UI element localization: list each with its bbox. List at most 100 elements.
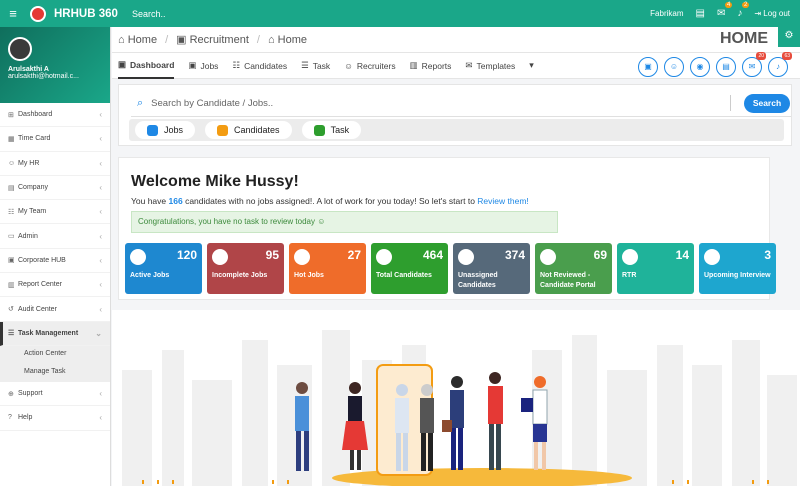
sidebar-item-report-center[interactable]: ▥ Report Center ‹ [0, 273, 110, 298]
briefcase-icon [212, 249, 228, 265]
stat-card-hot-jobs[interactable]: 27 Hot Jobs [289, 243, 366, 294]
tab-task[interactable]: ☰ Task [301, 53, 330, 79]
bell-icon[interactable]: ♪ 63 [768, 52, 792, 77]
briefcase-icon [147, 124, 158, 136]
sidebar-item-label: Action Center [24, 350, 67, 358]
tab-label: Dashboard [130, 59, 175, 70]
stat-card-active-jobs[interactable]: 120 Active Jobs [125, 243, 202, 294]
chevron-down-icon[interactable]: ▾ [529, 60, 534, 71]
stat-card-incomplete-jobs[interactable]: 95 Incomplete Jobs [207, 243, 284, 294]
sidebar-item-label: Time Card [18, 135, 51, 143]
sidebar-subitem-manage-task[interactable]: Manage Task [0, 361, 110, 382]
home-icon: ⌂ [118, 33, 125, 46]
filter-jobs-button[interactable]: Jobs [135, 121, 196, 139]
review-link[interactable]: Review them! [477, 196, 529, 206]
tab-jobs[interactable]: ▣ Jobs [188, 53, 218, 79]
task-icon [313, 124, 325, 136]
email-icon[interactable]: ✉ 20 [742, 52, 766, 77]
filter-label: Candidates [234, 125, 280, 135]
sidebar-item-audit-center[interactable]: ↺ Audit Center ‹ [0, 297, 110, 322]
stat-label: Not Reviewed - Candidate Portal [540, 272, 596, 289]
logout-button[interactable]: ⇥ Log out [754, 9, 790, 18]
users-icon [376, 249, 392, 265]
chevron-left-icon: ‹ [99, 158, 102, 168]
stat-label: RTR [622, 272, 637, 279]
list-icon[interactable]: ▤ [716, 57, 736, 77]
sidebar-item-label: Audit Center [18, 305, 57, 313]
tab-candidates[interactable]: ☷ Candidates [232, 53, 287, 79]
briefcase-icon[interactable]: ▣ [638, 57, 658, 77]
sidebar-item-label: Dashboard [18, 111, 53, 119]
breadcrumb-home[interactable]: Home [128, 34, 157, 46]
audit-icon: ↺ [8, 306, 14, 314]
chevron-left-icon: ‹ [99, 280, 102, 290]
sidebar-item-company[interactable]: ▤ Company ‹ [0, 176, 110, 201]
bell-icon[interactable]: ♪ 2 [737, 2, 750, 19]
stat-value: 95 [265, 248, 279, 262]
sidebar: Arulsakthi A arulsakthi@hotmail.c... ⊞ Da… [0, 27, 111, 486]
briefcase-icon: ▣ [188, 60, 197, 70]
document-icon [622, 249, 638, 265]
sidebar-item-label: Support [18, 390, 43, 398]
stat-card-rtr[interactable]: 14 RTR [617, 243, 694, 294]
tab-templates[interactable]: ✉ Templates [465, 53, 515, 79]
stat-card-total-candidates[interactable]: 464 Total Candidates [371, 243, 448, 294]
tab-bar: ▣ Dashboard ▣ Jobs ☷ Candidates ☰ Task ☺ Recr… [112, 52, 800, 79]
sidebar-item-support[interactable]: ⊕ Support ‹ [0, 382, 110, 407]
chevron-left-icon: ‹ [99, 304, 102, 314]
tab-recruiters[interactable]: ☺ Recruiters [344, 53, 395, 79]
sidebar-item-label: Admin [18, 232, 38, 240]
tab-label: Templates [476, 60, 516, 71]
search-button[interactable]: Search [744, 94, 790, 113]
list-icon[interactable]: ▤ [696, 8, 705, 19]
sidebar-item-admin[interactable]: ▭ Admin ‹ [0, 224, 110, 249]
calendar-icon: ▦ [8, 135, 15, 143]
sidebar-subitem-action-center[interactable]: Action Center [0, 345, 110, 362]
sidebar-item-label: Manage Task [24, 368, 66, 376]
add-user-icon[interactable]: ☺ [664, 57, 684, 77]
filter-task-button[interactable]: Task [301, 121, 362, 139]
sidebar-item-dashboard[interactable]: ⊞ Dashboard ‹ [0, 103, 110, 128]
mail-icon[interactable]: ✉ 4 [717, 2, 733, 19]
profile-name: Arulsakthi A [8, 66, 49, 73]
home-icon: ⌂ [267, 33, 275, 46]
sidebar-item-task-management[interactable]: ☰ Task Management ⌄ [0, 321, 110, 346]
user-circle-icon[interactable]: ◉ [690, 57, 710, 77]
breadcrumb-separator: / [256, 33, 260, 46]
top-search-input[interactable]: Search.. [132, 9, 166, 19]
tab-dashboard[interactable]: ▣ Dashboard [118, 53, 175, 79]
hamburger-menu-icon[interactable]: ≡ [0, 6, 26, 21]
tab-label: Jobs [200, 60, 219, 71]
avatar[interactable] [8, 37, 32, 61]
sidebar-item-corporate-hub[interactable]: ▣ Corporate HUB ‹ [0, 249, 110, 274]
settings-gear-icon[interactable]: ⚙ [778, 25, 800, 47]
stat-card-upcoming-interview[interactable]: 3 Upcoming Interview [699, 243, 776, 294]
welcome-title: Welcome Mike Hussy! [131, 173, 299, 190]
sidebar-item-my-hr[interactable]: ☺ My HR ‹ [0, 152, 110, 176]
user-icon [540, 249, 556, 265]
users-icon [458, 249, 474, 265]
stat-card-unassigned-candidates[interactable]: 374 Unassigned Candidates [453, 243, 530, 294]
congrats-alert: Congratulations, you have no task to rev… [131, 211, 558, 233]
stat-card-not-reviewed[interactable]: 69 Not Reviewed - Candidate Portal [535, 243, 612, 294]
stat-value: 69 [593, 248, 607, 262]
sidebar-item-time-card[interactable]: ▦ Time Card ‹ [0, 127, 110, 152]
filter-label: Jobs [164, 125, 184, 135]
bell-badge: 63 [782, 52, 792, 60]
welcome-message: You have 166 candidates with no jobs ass… [131, 196, 529, 206]
tab-reports[interactable]: ▥ Reports [410, 53, 452, 79]
filter-label: Task [330, 125, 350, 135]
briefcase-icon [130, 249, 146, 265]
search-input[interactable]: Search by Candidate / Jobs.. [151, 98, 273, 109]
task-icon: ☰ [301, 60, 309, 70]
breadcrumb-recruitment[interactable]: Recruitment [190, 34, 249, 46]
stat-cards: 120 Active Jobs 95 Incomplete Jobs 27 Hot J… [125, 243, 776, 294]
page-title: HOME [720, 30, 768, 47]
sidebar-item-help[interactable]: ? Help ‹ [0, 406, 110, 431]
dashboard-icon: ⊞ [8, 111, 14, 119]
filter-candidates-button[interactable]: Candidates [205, 121, 292, 139]
profile-email[interactable]: arulsakthi@hotmail.c... [8, 73, 110, 80]
stat-label: Active Jobs [130, 272, 170, 279]
sidebar-item-my-team[interactable]: ☷ My Team ‹ [0, 200, 110, 225]
breadcrumb-separator: / [165, 33, 169, 46]
